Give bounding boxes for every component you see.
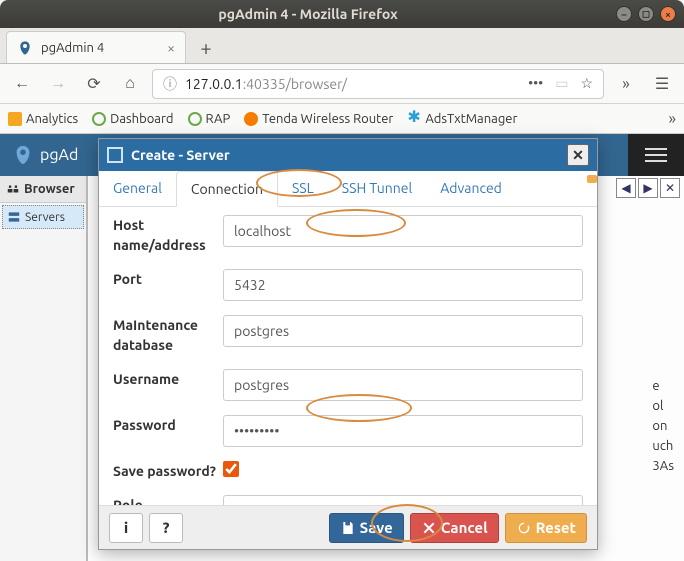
dialog-close-button[interactable]: ✕ <box>567 144 589 166</box>
url-bar[interactable]: ⓘ 127.0.0.1:40335/browser/ ••• ▭ ☆ <box>152 69 604 99</box>
elephant-icon <box>12 144 34 166</box>
nav-forward-button[interactable]: → <box>44 70 72 98</box>
panel-prev-button[interactable]: ◀ <box>616 178 636 198</box>
window-title: pgAdmin 4 - Mozilla Firefox <box>0 6 616 22</box>
tab-advanced[interactable]: Advanced <box>426 171 516 206</box>
reader-view-icon[interactable]: ▭ <box>555 75 568 92</box>
window-maximize-button[interactable]: ◻ <box>638 6 654 22</box>
recycle-icon <box>516 520 532 536</box>
app-name: pgAd <box>40 146 78 164</box>
tab-title: pgAdmin 4 <box>41 41 104 55</box>
sidebar-header: Browser <box>0 176 86 203</box>
tab-close-icon[interactable]: × <box>167 40 175 56</box>
port-label: Port <box>113 269 223 289</box>
tab-ssl[interactable]: SSL <box>278 171 328 206</box>
tab-connection[interactable]: Connection <box>176 171 278 207</box>
dialog-tabs: General Connection SSL SSH Tunnel Advanc… <box>99 171 597 207</box>
tree-item-servers[interactable]: Servers <box>2 205 84 229</box>
os-titlebar: pgAdmin 4 - Mozilla Firefox – ◻ × <box>0 0 684 28</box>
pgadmin-sidebar: Browser Servers <box>0 176 88 561</box>
create-server-dialog: Create - Server ✕ General Connection SSL… <box>98 138 598 550</box>
hamburger-menu-button[interactable]: ☰ <box>648 70 676 98</box>
save-button[interactable]: Save <box>329 513 404 543</box>
save-password-label: Save password? <box>113 461 223 481</box>
nav-back-button[interactable]: ← <box>8 70 36 98</box>
server-icon <box>7 210 21 224</box>
panel-next-button[interactable]: ▶ <box>638 178 658 198</box>
bookmark-tenda[interactable]: Tenda Wireless Router <box>244 112 393 126</box>
dialog-icon <box>107 147 123 163</box>
dialog-footer: i ? Save Cancel Reset <box>99 505 597 549</box>
username-input[interactable] <box>223 369 583 401</box>
bookmarks-overflow-button[interactable]: » <box>668 110 676 128</box>
new-tab-button[interactable]: + <box>190 31 222 63</box>
close-icon <box>421 520 437 536</box>
cancel-button[interactable]: Cancel <box>410 513 499 543</box>
role-input[interactable] <box>223 495 583 505</box>
url-rest: :40335/browser/ <box>243 76 347 92</box>
site-info-icon[interactable]: ⓘ <box>163 74 177 94</box>
bookmark-dashboard[interactable]: Dashboard <box>92 112 173 126</box>
reset-button[interactable]: Reset <box>505 513 587 543</box>
nav-home-button[interactable]: ⌂ <box>116 70 144 98</box>
role-label: Role <box>113 495 223 505</box>
pgadmin-favicon <box>17 40 33 56</box>
overflow-button[interactable]: » <box>612 70 640 98</box>
password-label: Password <box>113 415 223 435</box>
browser-tabstrip: pgAdmin 4 × + <box>0 28 684 64</box>
bookmarks-bar: Analytics Dashboard RAP Tenda Wireless R… <box>0 104 684 134</box>
dialog-title: Create - Server <box>131 147 230 163</box>
save-icon <box>340 520 356 536</box>
maintenance-db-label: MaIntenance database <box>113 315 223 355</box>
bookmark-star-icon[interactable]: ☆ <box>580 75 593 92</box>
dialog-body: Host name/address Port MaIntenance datab… <box>99 207 597 505</box>
tab-general[interactable]: General <box>99 171 176 206</box>
window-close-button[interactable]: × <box>660 6 676 22</box>
dialog-body-scrollbar[interactable] <box>587 175 597 183</box>
background-text-fragment: e ol on uch 3As <box>652 376 674 476</box>
browser-tab-active[interactable]: pgAdmin 4 × <box>6 31 186 63</box>
password-input[interactable] <box>223 415 583 447</box>
url-host: 127.0.0.1 <box>185 76 243 92</box>
pgadmin-menu-button[interactable] <box>628 134 684 176</box>
browser-toolbar: ← → ⟳ ⌂ ⓘ 127.0.0.1:40335/browser/ ••• ▭… <box>0 64 684 104</box>
page-actions-icon[interactable]: ••• <box>528 75 543 92</box>
info-button[interactable]: i <box>109 513 143 543</box>
maintenance-db-input[interactable] <box>223 315 583 347</box>
host-input[interactable] <box>223 215 583 247</box>
help-button[interactable]: ? <box>149 513 183 543</box>
save-password-checkbox[interactable] <box>223 461 239 477</box>
panel-toolbar: ◀ ▶ ✕ <box>616 178 680 198</box>
host-label: Host name/address <box>113 215 223 255</box>
username-label: Username <box>113 369 223 389</box>
panel-close-button[interactable]: ✕ <box>660 178 680 198</box>
port-input[interactable] <box>223 269 583 301</box>
bookmark-adstxt[interactable]: ✱AdsTxtManager <box>407 112 517 126</box>
bookmark-analytics[interactable]: Analytics <box>8 112 78 126</box>
nav-reload-button[interactable]: ⟳ <box>80 70 108 98</box>
tab-ssh-tunnel[interactable]: SSH Tunnel <box>328 171 426 206</box>
pgadmin-logo: pgAd <box>12 144 78 166</box>
binoculars-icon <box>6 182 20 196</box>
dialog-titlebar[interactable]: Create - Server ✕ <box>99 139 597 171</box>
bookmark-rap[interactable]: RAP <box>188 112 231 126</box>
window-minimize-button[interactable]: – <box>616 6 632 22</box>
